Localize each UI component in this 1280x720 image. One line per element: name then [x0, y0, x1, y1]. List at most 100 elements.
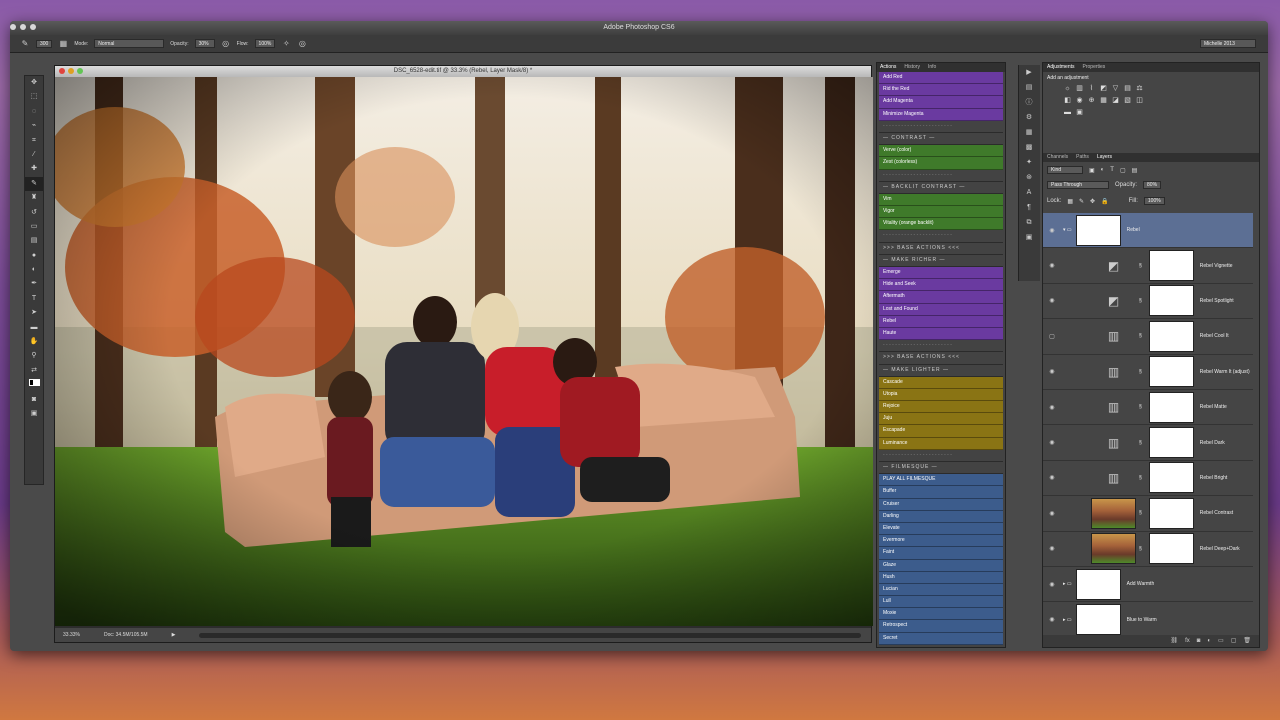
- mode-select[interactable]: Normal: [94, 39, 165, 48]
- dodge-tool-icon[interactable]: ◐: [25, 263, 43, 277]
- screen-mode-icon[interactable]: ▣: [25, 407, 43, 421]
- action-item[interactable]: Elevate: [879, 522, 1003, 536]
- layer-mask-thumbnail[interactable]: [1148, 462, 1194, 494]
- layer-row[interactable]: ◉ ▥ § Rebel Bright: [1043, 461, 1253, 497]
- action-separator[interactable]: - - - - - - - - - - - - - - - - - - - - …: [879, 121, 1003, 133]
- levels-icon[interactable]: ▥: [1091, 433, 1136, 453]
- lock-all-icon[interactable]: 🔒: [1101, 198, 1108, 205]
- blend-mode-select[interactable]: Pass Through: [1047, 181, 1109, 189]
- swap-colors-icon[interactable]: ⇄: [25, 364, 43, 378]
- selective-color-icon[interactable]: ▣: [1075, 108, 1084, 117]
- brush-size-picker[interactable]: 300: [36, 39, 53, 48]
- threshold-icon[interactable]: ◫: [1135, 96, 1144, 105]
- action-item[interactable]: Juju: [879, 413, 1003, 426]
- group-expanded-icon[interactable]: ▾ ▭: [1063, 227, 1072, 233]
- tab-adjustments[interactable]: Adjustments: [1047, 63, 1075, 72]
- layer-mask-thumbnail[interactable]: [1148, 391, 1194, 423]
- clone-source-icon[interactable]: ⊛: [1019, 170, 1039, 185]
- action-item[interactable]: Minimize Magenta: [879, 108, 1003, 121]
- history-icon[interactable]: ▤: [1019, 80, 1039, 95]
- action-separator[interactable]: - - - - - - - - - - - - - - - - - - - - …: [879, 230, 1003, 243]
- history-brush-tool-icon[interactable]: ↺: [25, 206, 43, 220]
- exposure-icon[interactable]: ◩: [1099, 84, 1108, 93]
- layer-row[interactable]: ◉ § Rebel Contrast: [1043, 496, 1253, 532]
- play-icon[interactable]: ▶: [1019, 65, 1039, 80]
- adjust-icon[interactable]: ⚙: [1019, 110, 1039, 125]
- color-lookup-icon[interactable]: ▦: [1099, 96, 1108, 105]
- black-white-icon[interactable]: ◧: [1063, 96, 1072, 105]
- visibility-eye-icon[interactable]: ◉: [1047, 439, 1057, 446]
- action-item[interactable]: Add Red: [879, 72, 1003, 85]
- mask-link-icon[interactable]: §: [1139, 404, 1142, 410]
- levels-icon[interactable]: ▥: [1091, 468, 1136, 488]
- mask-link-icon[interactable]: §: [1139, 369, 1142, 375]
- mask-link-icon[interactable]: §: [1139, 298, 1142, 304]
- shape-filter-icon[interactable]: ▢: [1120, 167, 1126, 174]
- horizontal-scrollbar[interactable]: [199, 632, 861, 638]
- opacity-field[interactable]: 30%: [194, 39, 215, 48]
- action-item[interactable]: Rebel: [879, 315, 1003, 328]
- mask-link-icon[interactable]: §: [1139, 546, 1142, 552]
- color-balance-icon[interactable]: ⚖: [1135, 84, 1144, 93]
- action-item[interactable]: Moxie: [879, 608, 1003, 621]
- document-size[interactable]: Doc: 34.5M/105.5M: [104, 628, 148, 642]
- path-select-tool-icon[interactable]: ➤: [25, 306, 43, 320]
- action-item[interactable]: Darling: [879, 510, 1003, 523]
- brightness-contrast-icon[interactable]: ☼: [1063, 84, 1072, 93]
- action-separator[interactable]: - - - - - - - - - - - - - - - - - - - - …: [879, 450, 1003, 462]
- visibility-eye-icon[interactable]: ◉: [1047, 616, 1057, 623]
- layer-row[interactable]: ◉ ▸ ▭ Blue to Warm: [1043, 602, 1253, 638]
- action-item[interactable]: Evermore: [879, 535, 1003, 548]
- add-mask-icon[interactable]: ◙: [1197, 635, 1201, 647]
- action-item[interactable]: Lull: [879, 596, 1003, 609]
- visibility-eye-icon[interactable]: ◉: [1047, 474, 1057, 481]
- fill-field[interactable]: 100%: [1143, 197, 1165, 205]
- layer-row[interactable]: ◉ ▥ § Rebel Matte: [1043, 390, 1253, 426]
- action-separator[interactable]: — FILMESQUE —: [879, 462, 1003, 475]
- action-separator[interactable]: - - - - - - - - - - - - - - - - - - - - …: [879, 340, 1003, 353]
- action-item[interactable]: Haute: [879, 327, 1003, 341]
- layer-mask-thumbnail[interactable]: [1075, 604, 1121, 636]
- layer-image-thumbnail[interactable]: [1091, 533, 1136, 565]
- curves-icon[interactable]: ⌇: [1087, 84, 1096, 93]
- minimize-window-button[interactable]: [20, 24, 26, 30]
- link-layers-icon[interactable]: ⛓: [1170, 635, 1178, 647]
- action-item[interactable]: Verve (color): [879, 145, 1003, 158]
- layer-row[interactable]: ◉ ▾ ▭ Rebel: [1043, 213, 1253, 249]
- pixel-filter-icon[interactable]: ▣: [1089, 167, 1095, 174]
- action-item[interactable]: Utopia: [879, 388, 1003, 402]
- layer-comps-icon[interactable]: ▣: [1019, 230, 1039, 245]
- marquee-tool-icon[interactable]: ⬚: [25, 90, 43, 104]
- mask-link-icon[interactable]: §: [1139, 475, 1142, 481]
- flow-field[interactable]: 100%: [254, 39, 276, 48]
- group-collapsed-icon[interactable]: ▸ ▭: [1063, 581, 1072, 587]
- zoom-level[interactable]: 33.33%: [63, 628, 80, 642]
- visibility-eye-icon[interactable]: ◉: [1047, 262, 1057, 269]
- layer-row[interactable]: ◉ ▥ § Rebel Dark: [1043, 425, 1253, 461]
- tab-paths[interactable]: Paths: [1076, 153, 1089, 162]
- layer-mask-thumbnail[interactable]: [1148, 356, 1194, 388]
- crop-tool-icon[interactable]: ⌗: [25, 134, 43, 148]
- action-item[interactable]: Emerge: [879, 267, 1003, 280]
- action-item[interactable]: Retrospect: [879, 620, 1003, 633]
- hand-tool-icon[interactable]: ✋: [25, 335, 43, 349]
- minimize-document-button[interactable]: [68, 68, 74, 74]
- action-item[interactable]: Buffer: [879, 486, 1003, 499]
- visibility-eye-icon[interactable]: ▢: [1047, 333, 1057, 340]
- levels-icon[interactable]: ▥: [1091, 326, 1136, 346]
- stamp-tool-icon[interactable]: ♜: [25, 191, 43, 205]
- status-arrow-icon[interactable]: ▶: [172, 628, 176, 642]
- swatches-icon[interactable]: ▦: [1019, 125, 1039, 140]
- brush-tool-icon[interactable]: ✎: [25, 176, 43, 192]
- gradient-map-icon[interactable]: ◩: [1091, 291, 1136, 311]
- action-separator[interactable]: >>> BASE ACTIONS <<<: [879, 243, 1003, 255]
- move-tool-icon[interactable]: ✥: [25, 76, 43, 90]
- visibility-eye-icon[interactable]: ◉: [1047, 510, 1057, 517]
- layer-kind-filter[interactable]: Kind: [1047, 166, 1083, 174]
- lock-transparency-icon[interactable]: ▦: [1067, 198, 1073, 205]
- zoom-tool-icon[interactable]: ⚲: [25, 349, 43, 363]
- gradient-map-icon[interactable]: ▬: [1063, 108, 1072, 117]
- paragraph-icon[interactable]: ¶: [1019, 200, 1039, 215]
- action-item[interactable]: Aftermath: [879, 291, 1003, 304]
- action-item[interactable]: Rid the Red: [879, 84, 1003, 97]
